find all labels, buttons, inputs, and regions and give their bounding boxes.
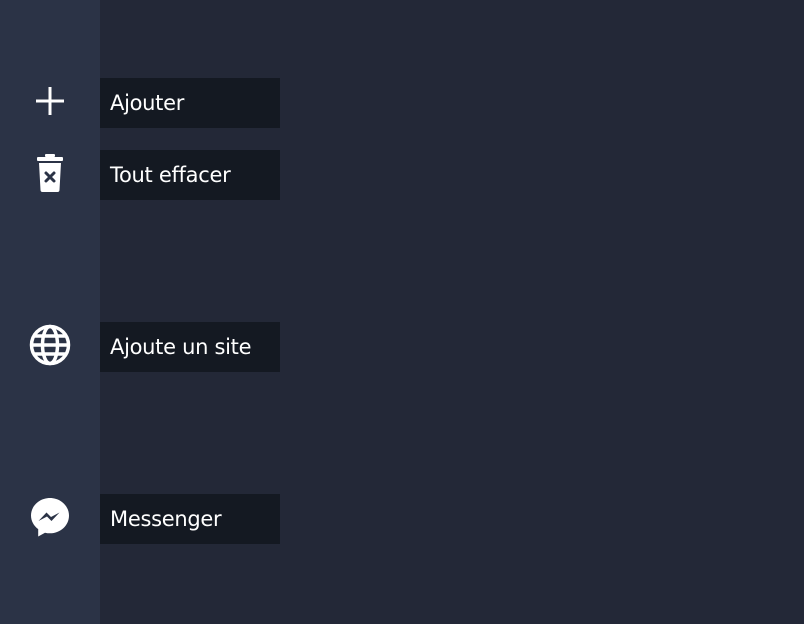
- sidebar: [0, 0, 100, 624]
- plus-icon: [36, 87, 64, 115]
- add-button[interactable]: [25, 76, 75, 126]
- clear-all-tooltip: Tout effacer: [100, 150, 280, 200]
- add-tooltip: Ajouter: [100, 78, 280, 128]
- messenger-icon: [31, 498, 69, 537]
- clear-all-button[interactable]: [25, 148, 75, 198]
- messenger-button[interactable]: [25, 492, 75, 542]
- trash-icon: [37, 154, 63, 192]
- globe-icon: [29, 324, 71, 366]
- messenger-tooltip: Messenger: [100, 494, 280, 544]
- add-site-tooltip: Ajoute un site: [100, 322, 280, 372]
- add-site-button[interactable]: [25, 320, 75, 370]
